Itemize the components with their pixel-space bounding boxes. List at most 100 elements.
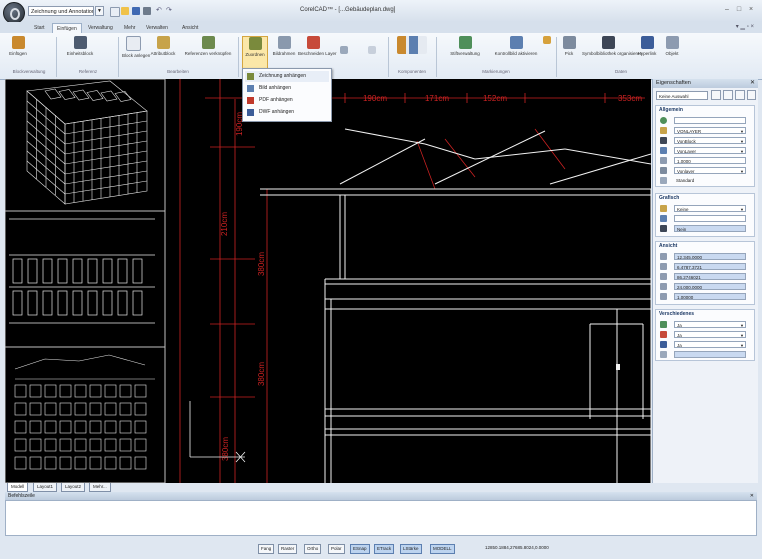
menu-item-attach-pdf[interactable]: PDF anhängen: [245, 95, 329, 106]
select-objects-icon[interactable]: [711, 90, 721, 100]
insert-block-button[interactable]: Einfügen: [6, 36, 30, 56]
tab-admin[interactable]: Verwalten: [142, 23, 172, 33]
facade-window: [29, 402, 42, 416]
layout-tab-layout2[interactable]: Layout2: [61, 483, 86, 492]
control-image-button[interactable]: Kontrollbild aktivieren: [494, 36, 538, 56]
components-grid-button[interactable]: [394, 36, 430, 56]
close-icon[interactable]: ×: [746, 5, 756, 15]
field-width[interactable]: 1.00000: [674, 293, 746, 300]
create-block-button[interactable]: Block anlegen: [122, 36, 150, 58]
field-ucs-on[interactable]: Ja ▼: [674, 321, 746, 328]
minimize-icon[interactable]: –: [722, 5, 732, 15]
elevation-window: [57, 290, 68, 316]
layout-tab-more[interactable]: Mehr...: [89, 483, 111, 492]
print-icon[interactable]: [143, 7, 151, 15]
section-title: Allgemein: [659, 107, 683, 113]
field-center-y[interactable]: 6.4787.3721: [674, 263, 746, 270]
facade-window: [119, 384, 132, 398]
status-etrack-button[interactable]: ETrack: [374, 544, 395, 554]
field-lineweight[interactable]: VonLayer ▼: [674, 147, 746, 154]
tab-view[interactable]: Ansicht: [178, 23, 202, 33]
drawing-canvas[interactable]: 190cm 171cm 152cm 353cm 190cm 210cm 380cm 380cm…: [5, 79, 651, 483]
status-lineweight-button[interactable]: LStärke: [400, 544, 422, 554]
new-file-icon[interactable]: [110, 7, 120, 17]
undo-icon[interactable]: ↶: [156, 7, 164, 15]
layout-tab-model[interactable]: Modell: [7, 483, 29, 492]
field-color[interactable]: [674, 117, 746, 124]
marker-button[interactable]: [540, 36, 554, 46]
object-button[interactable]: Objekt: [662, 36, 682, 56]
status-model-button[interactable]: MODELL: [430, 544, 455, 554]
field-layer[interactable]: VONLAYER ▼: [674, 127, 746, 134]
attribute-icon: [156, 36, 170, 49]
ribbon-minimize-icon[interactable]: ▾ ▁ ▫ ×: [736, 23, 754, 30]
menu-item-attach-image[interactable]: Bild anhängen: [245, 83, 329, 94]
tab-manage[interactable]: Verwaltung: [84, 23, 117, 33]
pen-manager-button[interactable]: Stiftverwaltung: [440, 36, 490, 56]
field-hatch[interactable]: Keine ▼: [674, 205, 746, 212]
center-z-icon: [660, 273, 667, 280]
linetype-icon: [660, 137, 667, 144]
maximize-icon[interactable]: □: [734, 5, 744, 15]
image-frame-button[interactable]: Bildrahmen: [272, 36, 296, 56]
command-line-input[interactable]: [5, 500, 757, 536]
pin-icon[interactable]: ✕: [750, 492, 754, 500]
field-linetype[interactable]: VonBlock ▼: [674, 137, 746, 144]
status-ortho-button[interactable]: Ortho: [304, 544, 322, 554]
isometric-building-view: [26, 80, 148, 205]
redo-icon[interactable]: ↷: [166, 7, 174, 15]
field-center-x[interactable]: 12.345.0000: [674, 253, 746, 260]
clip-layer-button[interactable]: Beschneiden Layer: [298, 36, 337, 56]
tab-more[interactable]: Mehr: [120, 23, 139, 33]
field-ucs-viewport[interactable]: Ja ▼: [674, 341, 746, 348]
open-folder-icon[interactable]: [121, 7, 129, 15]
status-grid-button[interactable]: Raster: [278, 544, 298, 554]
field-style[interactable]: Standard: [674, 177, 746, 184]
ribbon-separator: [238, 37, 239, 77]
field-ucs-name[interactable]: [674, 351, 746, 358]
viewport-frame-left: [5, 79, 166, 483]
menu-item-attach-dwf[interactable]: DWF anhängen: [245, 107, 329, 118]
iso-grid-line: [64, 160, 148, 175]
status-snap-button[interactable]: Fang: [258, 544, 275, 554]
properties-panel: Eigenschaften ✕ Keine Auswahl Allgemein V…: [652, 79, 758, 483]
chevron-down-icon: ▼: [740, 333, 744, 338]
field-plotstyle[interactable]: Vonlayer ▼: [674, 167, 746, 174]
tab-start[interactable]: Start: [30, 23, 49, 33]
selection-filter-select[interactable]: Keine Auswahl: [656, 91, 708, 100]
unit-block-button[interactable]: Einheitsblock: [60, 36, 100, 56]
attribute-block-button[interactable]: Attributblock: [148, 36, 178, 56]
save-icon[interactable]: [132, 7, 140, 15]
menu-item-attach-drawing[interactable]: Zeichnung anhängen: [245, 71, 329, 82]
toggle-pickadd-icon[interactable]: [735, 90, 745, 100]
facade-window: [14, 456, 27, 470]
application-menu-button[interactable]: [3, 2, 25, 24]
field-center-z[interactable]: 86.2746021: [674, 273, 746, 280]
workspace-select[interactable]: Zeichnung und Annotation: [28, 6, 94, 16]
geometry-line: [424, 143, 476, 160]
status-polar-button[interactable]: Polar: [328, 544, 345, 554]
elevation-window: [87, 258, 98, 284]
field-ucs-origin[interactable]: Ja ▼: [674, 331, 746, 338]
field-height[interactable]: 24.000.0000: [674, 283, 746, 290]
attach-button[interactable]: Zuordnen: [242, 36, 268, 70]
group-label-components: Komponenten: [397, 69, 427, 74]
facade-window: [89, 456, 102, 470]
field-material[interactable]: Nein: [674, 225, 746, 232]
symbol-library-button[interactable]: Symbolbibliothek organisieren: [582, 36, 642, 56]
properties-option-icon[interactable]: [747, 90, 756, 100]
small-tool-button-2[interactable]: [362, 36, 382, 56]
facade-window: [29, 438, 42, 452]
chevron-down-icon[interactable]: ▼: [95, 6, 104, 16]
field-transparency[interactable]: [674, 215, 746, 222]
layout-tab-layout1[interactable]: Layout1: [33, 483, 58, 492]
small-tool-button[interactable]: [334, 36, 354, 56]
pick-button[interactable]: Pick: [560, 36, 578, 56]
link-references-button[interactable]: Referenzen verknüpfen: [182, 36, 234, 56]
hyperlink-button[interactable]: Hyperlink: [636, 36, 658, 56]
tab-insert[interactable]: Einfügen: [52, 23, 82, 33]
field-scale[interactable]: 1.0000: [674, 157, 746, 164]
pin-icon[interactable]: ✕: [750, 79, 755, 88]
status-esnap-button[interactable]: ESnap: [350, 544, 370, 554]
quick-select-icon[interactable]: [723, 90, 733, 100]
